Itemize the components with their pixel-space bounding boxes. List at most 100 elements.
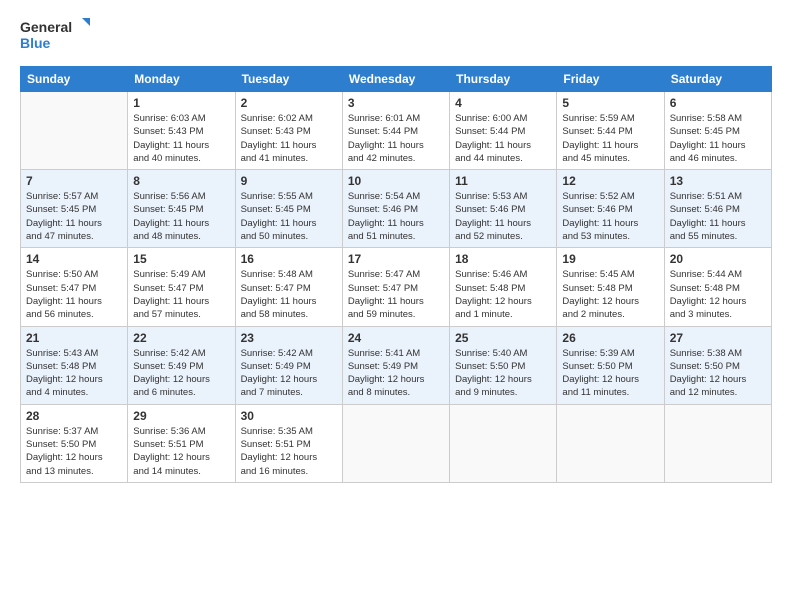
day-number: 30	[241, 409, 337, 423]
day-info: Sunrise: 5:35 AMSunset: 5:51 PMDaylight:…	[241, 425, 337, 478]
calendar-cell: 10 Sunrise: 5:54 AMSunset: 5:46 PMDayligh…	[342, 170, 449, 248]
day-number: 14	[26, 252, 122, 266]
day-number: 5	[562, 96, 658, 110]
calendar-cell: 9 Sunrise: 5:55 AMSunset: 5:45 PMDaylight…	[235, 170, 342, 248]
page-header: General Blue	[20, 16, 772, 56]
day-info: Sunrise: 5:57 AMSunset: 5:45 PMDaylight:…	[26, 190, 122, 243]
calendar-cell	[557, 404, 664, 482]
days-header-row: SundayMondayTuesdayWednesdayThursdayFrid…	[21, 67, 772, 92]
day-info: Sunrise: 5:47 AMSunset: 5:47 PMDaylight:…	[348, 268, 444, 321]
day-number: 28	[26, 409, 122, 423]
day-number: 16	[241, 252, 337, 266]
day-number: 23	[241, 331, 337, 345]
day-info: Sunrise: 5:43 AMSunset: 5:48 PMDaylight:…	[26, 347, 122, 400]
calendar-cell: 7 Sunrise: 5:57 AMSunset: 5:45 PMDaylight…	[21, 170, 128, 248]
day-number: 15	[133, 252, 229, 266]
day-number: 29	[133, 409, 229, 423]
day-number: 6	[670, 96, 766, 110]
day-info: Sunrise: 5:58 AMSunset: 5:45 PMDaylight:…	[670, 112, 766, 165]
logo: General Blue	[20, 16, 90, 56]
day-number: 21	[26, 331, 122, 345]
calendar-cell: 12 Sunrise: 5:52 AMSunset: 5:46 PMDayligh…	[557, 170, 664, 248]
main-container: General Blue SundayMondayTuesdayWednesda…	[0, 0, 792, 493]
day-info: Sunrise: 6:00 AMSunset: 5:44 PMDaylight:…	[455, 112, 551, 165]
day-info: Sunrise: 5:52 AMSunset: 5:46 PMDaylight:…	[562, 190, 658, 243]
day-number: 10	[348, 174, 444, 188]
calendar-cell: 30 Sunrise: 5:35 AMSunset: 5:51 PMDayligh…	[235, 404, 342, 482]
calendar-cell: 2Sunrise: 6:02 AMSunset: 5:43 PMDaylight…	[235, 92, 342, 170]
calendar-cell: 20Sunrise: 5:44 AMSunset: 5:48 PMDayligh…	[664, 248, 771, 326]
calendar-cell: 18 Sunrise: 5:46 AMSunset: 5:48 PMDayligh…	[450, 248, 557, 326]
day-header-friday: Friday	[557, 67, 664, 92]
calendar-cell: 16 Sunrise: 5:48 AMSunset: 5:47 PMDayligh…	[235, 248, 342, 326]
svg-text:Blue: Blue	[20, 35, 51, 51]
day-header-tuesday: Tuesday	[235, 67, 342, 92]
calendar-cell: 6 Sunrise: 5:58 AMSunset: 5:45 PMDaylight…	[664, 92, 771, 170]
calendar-cell: 5 Sunrise: 5:59 AMSunset: 5:44 PMDaylight…	[557, 92, 664, 170]
day-info: Sunrise: 6:01 AMSunset: 5:44 PMDaylight:…	[348, 112, 444, 165]
day-number: 19	[562, 252, 658, 266]
logo-svg: General Blue	[20, 16, 90, 56]
day-number: 13	[670, 174, 766, 188]
day-number: 17	[348, 252, 444, 266]
calendar-cell	[450, 404, 557, 482]
day-header-saturday: Saturday	[664, 67, 771, 92]
day-number: 7	[26, 174, 122, 188]
day-info: Sunrise: 5:37 AMSunset: 5:50 PMDaylight:…	[26, 425, 122, 478]
day-number: 26	[562, 331, 658, 345]
calendar-week-row: 28 Sunrise: 5:37 AMSunset: 5:50 PMDayligh…	[21, 404, 772, 482]
day-info: Sunrise: 5:55 AMSunset: 5:45 PMDaylight:…	[241, 190, 337, 243]
calendar-cell: 23 Sunrise: 5:42 AMSunset: 5:49 PMDayligh…	[235, 326, 342, 404]
calendar-cell: 8 Sunrise: 5:56 AMSunset: 5:45 PMDaylight…	[128, 170, 235, 248]
calendar-cell: 11 Sunrise: 5:53 AMSunset: 5:46 PMDayligh…	[450, 170, 557, 248]
day-info: Sunrise: 5:42 AMSunset: 5:49 PMDaylight:…	[241, 347, 337, 400]
day-info: Sunrise: 5:42 AMSunset: 5:49 PMDaylight:…	[133, 347, 229, 400]
day-info: Sunrise: 5:46 AMSunset: 5:48 PMDaylight:…	[455, 268, 551, 321]
day-number: 3	[348, 96, 444, 110]
day-number: 2	[241, 96, 337, 110]
day-number: 27	[670, 331, 766, 345]
calendar-cell: 3 Sunrise: 6:01 AMSunset: 5:44 PMDaylight…	[342, 92, 449, 170]
day-info: Sunrise: 5:56 AMSunset: 5:45 PMDaylight:…	[133, 190, 229, 243]
day-number: 18	[455, 252, 551, 266]
calendar-cell: 1Sunrise: 6:03 AMSunset: 5:43 PMDaylight…	[128, 92, 235, 170]
calendar-cell: 15 Sunrise: 5:49 AMSunset: 5:47 PMDayligh…	[128, 248, 235, 326]
day-info: Sunrise: 5:59 AMSunset: 5:44 PMDaylight:…	[562, 112, 658, 165]
calendar-cell: 27 Sunrise: 5:38 AMSunset: 5:50 PMDayligh…	[664, 326, 771, 404]
day-info: Sunrise: 5:54 AMSunset: 5:46 PMDaylight:…	[348, 190, 444, 243]
day-number: 11	[455, 174, 551, 188]
calendar-cell	[342, 404, 449, 482]
day-info: Sunrise: 5:51 AMSunset: 5:46 PMDaylight:…	[670, 190, 766, 243]
day-number: 9	[241, 174, 337, 188]
calendar-cell: 25 Sunrise: 5:40 AMSunset: 5:50 PMDayligh…	[450, 326, 557, 404]
day-number: 20	[670, 252, 766, 266]
day-info: Sunrise: 5:39 AMSunset: 5:50 PMDaylight:…	[562, 347, 658, 400]
day-number: 25	[455, 331, 551, 345]
calendar-cell	[664, 404, 771, 482]
calendar-cell: 28 Sunrise: 5:37 AMSunset: 5:50 PMDayligh…	[21, 404, 128, 482]
calendar-week-row: 21 Sunrise: 5:43 AMSunset: 5:48 PMDayligh…	[21, 326, 772, 404]
calendar-cell: 26 Sunrise: 5:39 AMSunset: 5:50 PMDayligh…	[557, 326, 664, 404]
day-info: Sunrise: 5:38 AMSunset: 5:50 PMDaylight:…	[670, 347, 766, 400]
day-info: Sunrise: 5:50 AMSunset: 5:47 PMDaylight:…	[26, 268, 122, 321]
calendar-week-row: 7 Sunrise: 5:57 AMSunset: 5:45 PMDaylight…	[21, 170, 772, 248]
calendar-cell: 4 Sunrise: 6:00 AMSunset: 5:44 PMDaylight…	[450, 92, 557, 170]
day-number: 12	[562, 174, 658, 188]
day-number: 4	[455, 96, 551, 110]
calendar-cell	[21, 92, 128, 170]
day-info: Sunrise: 5:48 AMSunset: 5:47 PMDaylight:…	[241, 268, 337, 321]
calendar-week-row: 1Sunrise: 6:03 AMSunset: 5:43 PMDaylight…	[21, 92, 772, 170]
day-number: 24	[348, 331, 444, 345]
calendar-table: SundayMondayTuesdayWednesdayThursdayFrid…	[20, 66, 772, 483]
day-info: Sunrise: 5:49 AMSunset: 5:47 PMDaylight:…	[133, 268, 229, 321]
calendar-week-row: 14 Sunrise: 5:50 AMSunset: 5:47 PMDayligh…	[21, 248, 772, 326]
day-info: Sunrise: 5:36 AMSunset: 5:51 PMDaylight:…	[133, 425, 229, 478]
day-header-monday: Monday	[128, 67, 235, 92]
day-info: Sunrise: 5:40 AMSunset: 5:50 PMDaylight:…	[455, 347, 551, 400]
calendar-cell: 19Sunrise: 5:45 AMSunset: 5:48 PMDayligh…	[557, 248, 664, 326]
day-info: Sunrise: 5:41 AMSunset: 5:49 PMDaylight:…	[348, 347, 444, 400]
calendar-cell: 22Sunrise: 5:42 AMSunset: 5:49 PMDayligh…	[128, 326, 235, 404]
day-info: Sunrise: 5:53 AMSunset: 5:46 PMDaylight:…	[455, 190, 551, 243]
day-number: 8	[133, 174, 229, 188]
calendar-cell: 24 Sunrise: 5:41 AMSunset: 5:49 PMDayligh…	[342, 326, 449, 404]
